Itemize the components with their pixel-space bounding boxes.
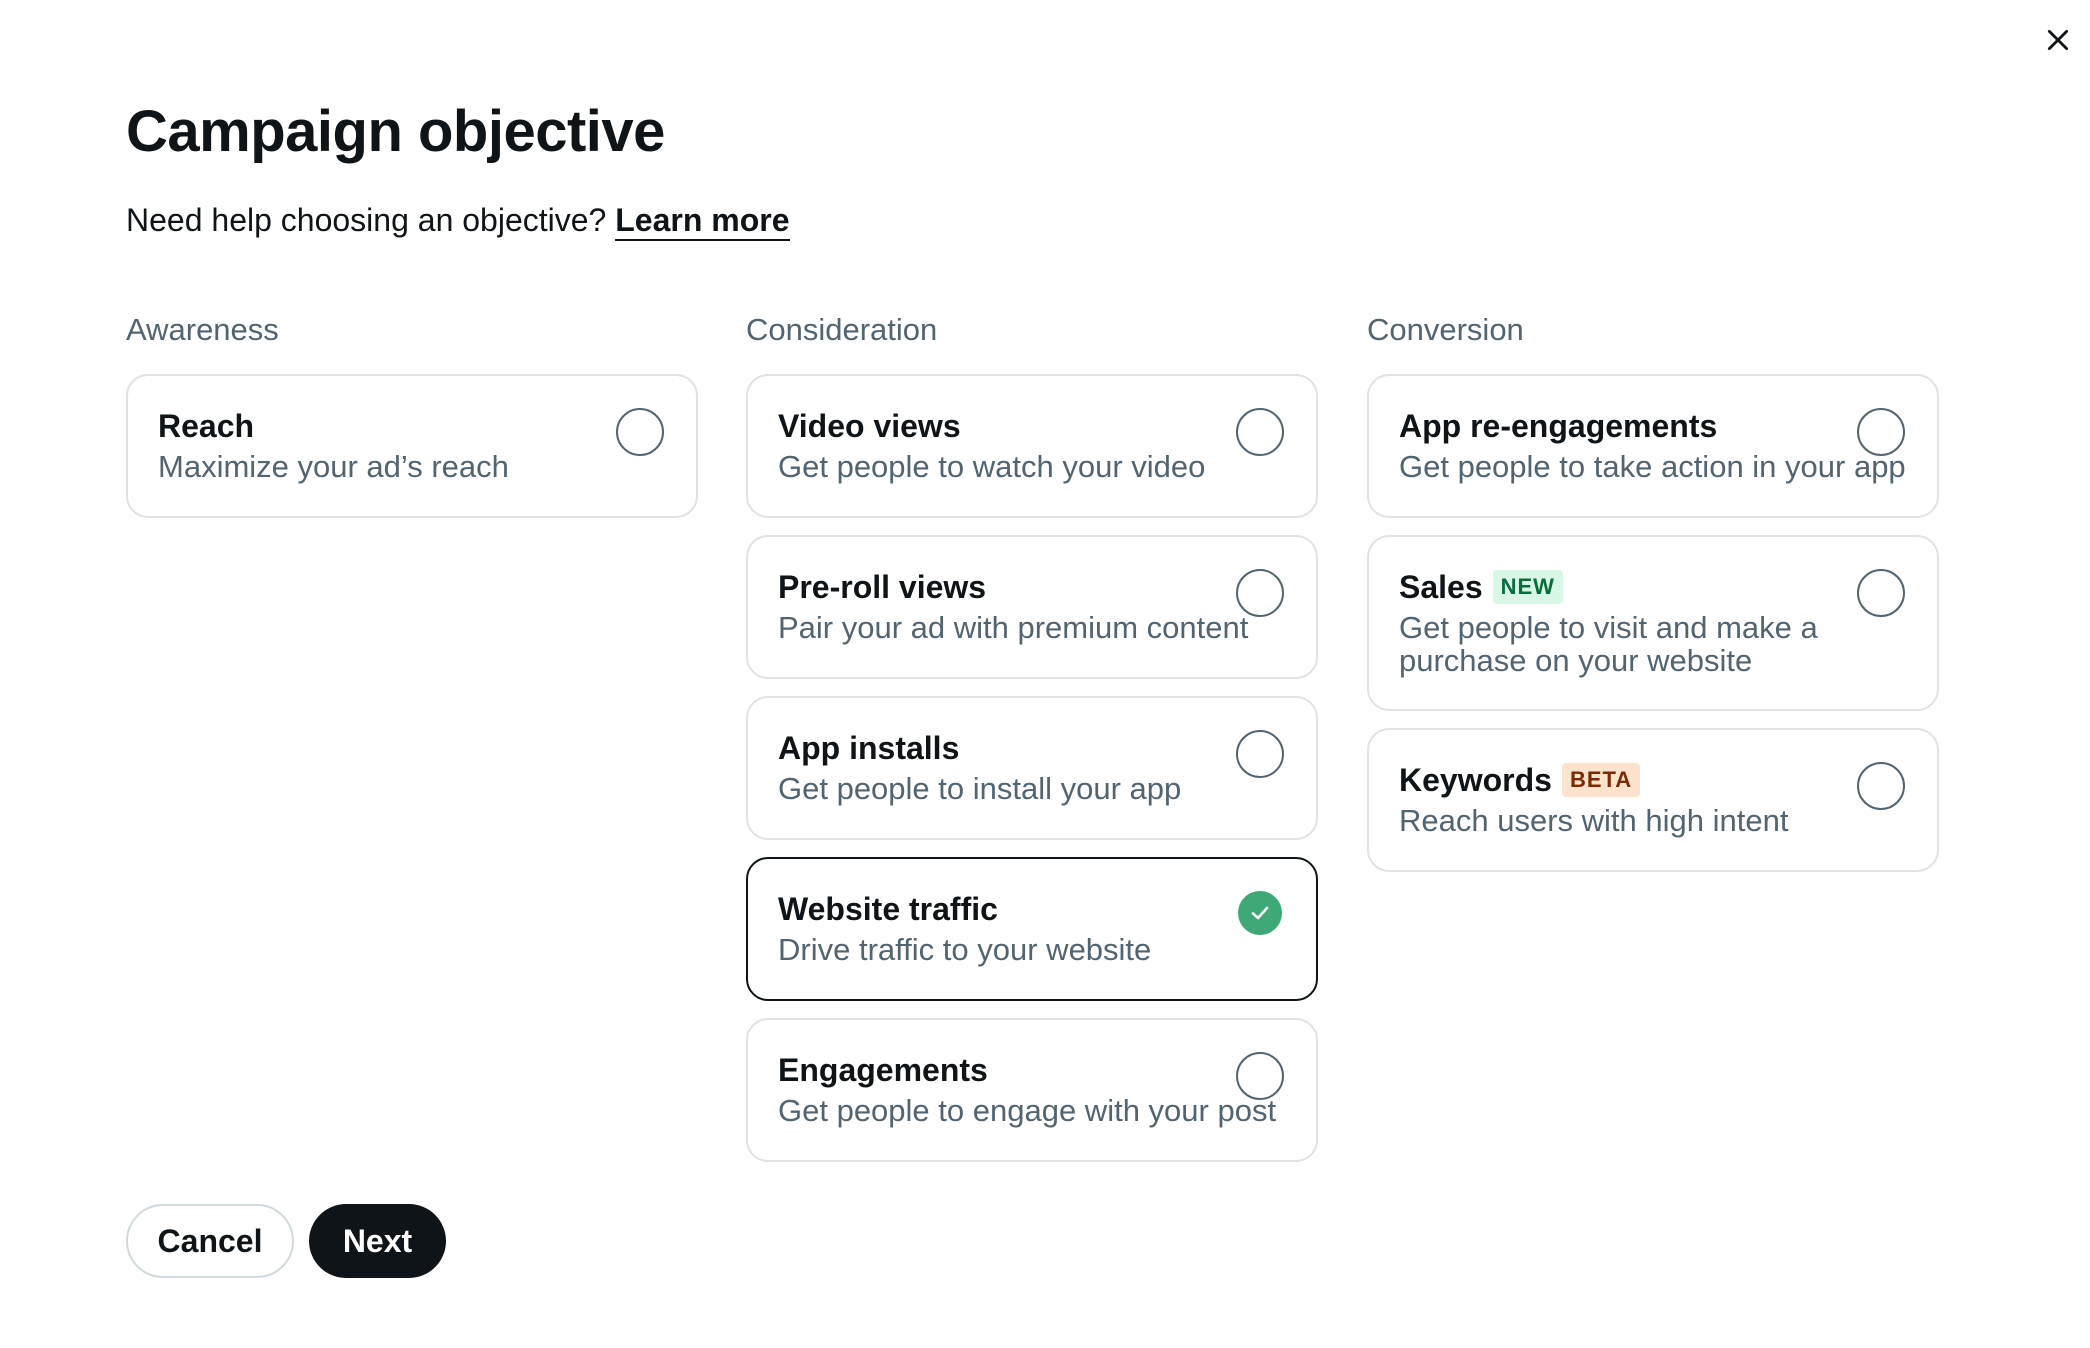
radio-button[interactable] — [1236, 569, 1284, 617]
option-card-pre-roll-views[interactable]: Pre-roll views Pair your ad with premium… — [746, 535, 1318, 679]
radio-button[interactable] — [1236, 730, 1284, 778]
column-heading-consideration: Consideration — [746, 312, 938, 347]
option-card-website-traffic[interactable]: Website traffic Drive traffic to your we… — [746, 857, 1318, 1001]
new-badge: NEW — [1492, 570, 1563, 604]
campaign-objective-dialog: Campaign objective Need help choosing an… — [0, 0, 2090, 1348]
option-description: Get people to visit and make a purchase … — [1399, 610, 1818, 678]
option-card-keywords[interactable]: Keywords BETA Reach users with high inte… — [1367, 728, 1939, 872]
radio-button[interactable] — [1857, 569, 1905, 617]
option-title: App re-engagements — [1399, 408, 1718, 444]
dialog-title: Campaign objective — [126, 99, 665, 164]
consideration-column: Consideration Video views Get people to … — [746, 310, 1318, 1179]
radio-button[interactable] — [1857, 762, 1905, 810]
option-description: Get people to install your app — [778, 771, 1182, 806]
checkmark-icon — [1251, 906, 1269, 920]
option-card-engagements[interactable]: Engagements Get people to engage with yo… — [746, 1018, 1318, 1162]
option-title: Keywords BETA — [1399, 760, 1853, 800]
option-card-sales[interactable]: Sales NEW Get people to visit and make a… — [1367, 535, 1939, 711]
selected-radio[interactable] — [1238, 891, 1282, 935]
option-title: Website traffic — [778, 891, 998, 927]
conversion-column: Conversion App re-engagements Get people… — [1367, 310, 1939, 889]
option-description: Get people to engage with your post — [778, 1093, 1277, 1128]
help-text: Need help choosing an objective? — [126, 202, 607, 238]
option-title: Sales NEW — [1399, 567, 1853, 607]
close-button[interactable] — [2036, 18, 2080, 62]
help-text-line: Need help choosing an objective? Learn m… — [126, 198, 790, 242]
option-card-video-views[interactable]: Video views Get people to watch your vid… — [746, 374, 1318, 518]
radio-button[interactable] — [1236, 408, 1284, 456]
close-icon — [2047, 29, 2069, 51]
option-title: Engagements — [778, 1052, 988, 1088]
option-description: Pair your ad with premium content — [778, 610, 1249, 645]
option-card-app-re-engagements[interactable]: App re-engagements Get people to take ac… — [1367, 374, 1939, 518]
column-heading-awareness: Awareness — [126, 312, 279, 347]
option-description: Drive traffic to your website — [778, 932, 1152, 967]
column-heading-conversion: Conversion — [1367, 312, 1524, 347]
learn-more-link[interactable]: Learn more — [615, 202, 790, 241]
option-card-reach[interactable]: Reach Maximize your ad’s reach — [126, 374, 698, 518]
option-description: Get people to take action in your app — [1399, 449, 1906, 484]
radio-button[interactable] — [1857, 408, 1905, 456]
option-description: Maximize your ad’s reach — [158, 449, 509, 484]
option-title: Reach — [158, 408, 255, 444]
option-title: Pre-roll views — [778, 569, 987, 605]
option-title: Video views — [778, 408, 961, 444]
cancel-button[interactable]: Cancel — [126, 1204, 294, 1278]
option-description: Reach users with high intent — [1399, 803, 1789, 838]
option-description: Get people to watch your video — [778, 449, 1206, 484]
radio-button[interactable] — [1236, 1052, 1284, 1100]
option-card-app-installs[interactable]: App installs Get people to install your … — [746, 696, 1318, 840]
awareness-column: Awareness Reach Maximize your ad’s reach — [126, 310, 698, 535]
radio-button[interactable] — [616, 408, 664, 456]
beta-badge: BETA — [1561, 763, 1641, 797]
option-title: App installs — [778, 730, 960, 766]
next-button[interactable]: Next — [309, 1204, 446, 1278]
